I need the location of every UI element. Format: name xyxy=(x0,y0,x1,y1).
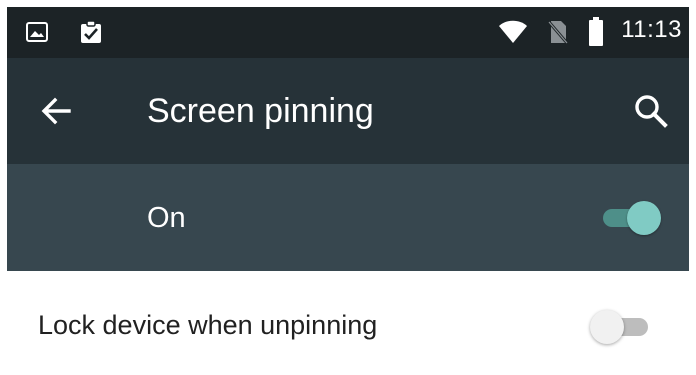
search-icon xyxy=(631,95,671,135)
image-icon xyxy=(26,22,48,47)
battery-icon xyxy=(588,17,604,52)
lock-device-toggle-switch[interactable] xyxy=(590,304,654,348)
switch-thumb xyxy=(590,310,624,344)
master-switch-row[interactable]: On xyxy=(7,164,689,271)
no-sim-icon xyxy=(547,19,569,50)
page-title: Screen pinning xyxy=(147,92,374,130)
search-button[interactable] xyxy=(631,91,671,131)
switch-thumb xyxy=(627,201,661,235)
status-bar: 11:13 xyxy=(7,7,689,58)
master-switch-label: On xyxy=(147,202,186,234)
clipboard-check-icon xyxy=(79,19,103,50)
wifi-icon xyxy=(498,20,528,49)
master-toggle-switch[interactable] xyxy=(597,195,661,239)
android-screen: 11:13 Screen pinning On Lock device when… xyxy=(0,0,696,375)
back-button[interactable] xyxy=(37,91,77,131)
clock-time: 11:13 xyxy=(621,16,682,43)
lock-device-label: Lock device when unpinning xyxy=(38,310,378,340)
app-bar: Screen pinning xyxy=(7,58,689,164)
arrow-back-icon xyxy=(37,97,77,135)
lock-device-row[interactable]: Lock device when unpinning xyxy=(7,271,689,375)
